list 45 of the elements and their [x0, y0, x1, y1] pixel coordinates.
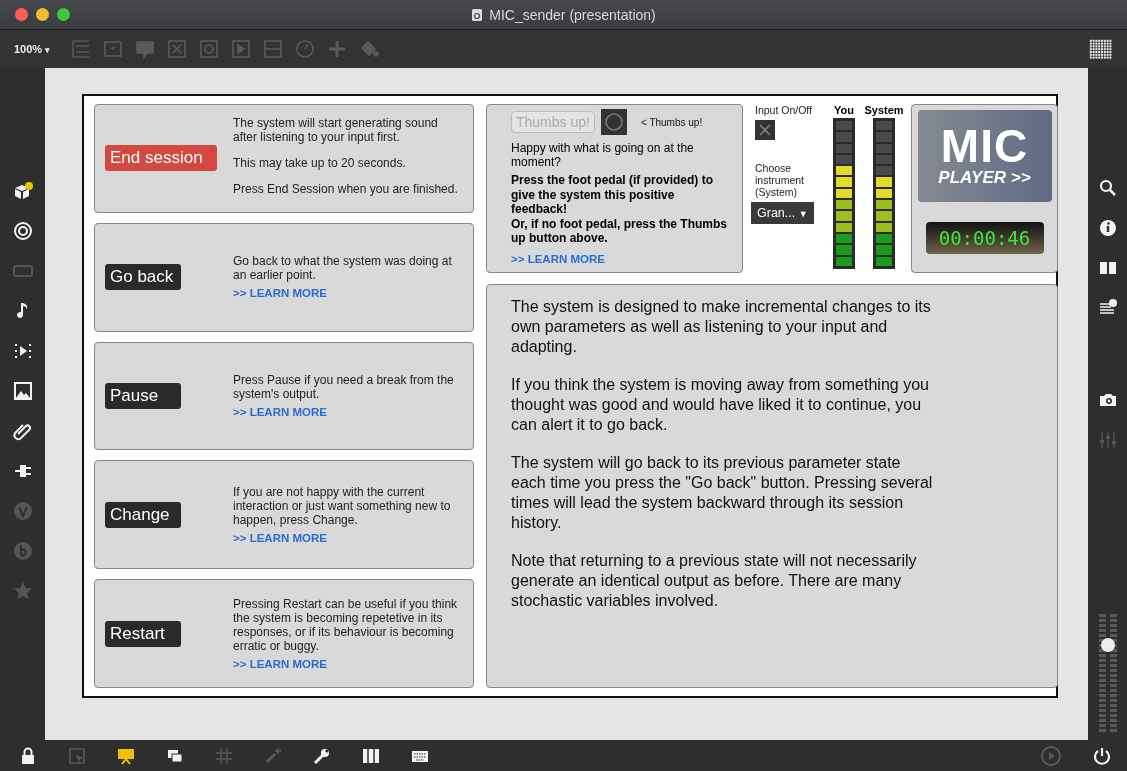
- action-button[interactable]: Pause: [105, 383, 181, 409]
- close-button[interactable]: [15, 8, 28, 21]
- action-button[interactable]: End session: [105, 145, 217, 172]
- action-button[interactable]: Go back: [105, 264, 181, 291]
- learn-more-link[interactable]: >> LEARN MORE: [233, 405, 327, 419]
- learn-more-link[interactable]: >> LEARN MORE: [233, 656, 327, 671]
- instruction-text: Press the foot pedal (if provided) to give the system this positive feedback! Or, if no foot pedal, press the Thumbs up button above.: [511, 173, 729, 246]
- zoom-dropdown[interactable]: 100% ▾: [14, 43, 51, 55]
- image-icon[interactable]: [11, 380, 34, 402]
- zoom-button[interactable]: [57, 8, 70, 21]
- question-text: Happy with what is going on at the moment?: [511, 141, 695, 169]
- logo-title: MIC: [940, 124, 1029, 168]
- help-text: Pressing Restart can be useful if you think the system is becoming repetetive in its responses, or if its behaviour is becoming erratic or buggy.: [233, 596, 459, 653]
- input-label: Input On/Off: [754, 104, 812, 116]
- instrument-label: Choose instrument (System): [754, 162, 806, 198]
- window-title: MIC_sender (presentation): [489, 6, 656, 23]
- learn-more-link[interactable]: >> LEARN MORE: [233, 530, 327, 545]
- help-text: The system will start generating sound after listening to your input first.: [233, 116, 439, 145]
- description-text: The system is designed to make incremental changes to its own parameters as well as listening to your input and adapting.: [511, 297, 932, 357]
- help-text: This may take up to 20 seconds.: [233, 156, 407, 171]
- thumbs-up-hint: < Thumbs up!: [640, 116, 703, 128]
- pedal-indicator-icon: [600, 109, 627, 135]
- search-icon[interactable]: [1097, 178, 1118, 198]
- target-icon[interactable]: [11, 220, 34, 242]
- help-text: Go back to what the system was doing at an earlier point.: [233, 254, 453, 283]
- description-text: Note that returning to a previous state will not necessarily generate an identical output as before. There are many stochastic variables involved.: [511, 551, 918, 611]
- document-icon: [471, 7, 484, 22]
- info-icon[interactable]: [1097, 218, 1118, 238]
- grid-icon[interactable]: [1089, 38, 1113, 60]
- action-button[interactable]: Change: [105, 501, 181, 528]
- help-text: If you are not happy with the current interaction or just want something new to happen, press Change.: [233, 484, 452, 527]
- help-text: Press Pause if you need a break from the system's output.: [233, 373, 455, 401]
- learn-more-link[interactable]: >> LEARN MORE: [233, 286, 327, 301]
- logo-subtitle: PLAYER >>: [938, 168, 1031, 188]
- meter-label: System: [864, 104, 904, 118]
- help-text: Press End Session when you are finished.: [233, 182, 459, 197]
- description-text: If you think the system is moving away from something you thought was good and would have liked it to continue, you can alert it to go back.: [511, 375, 930, 435]
- minimize-button[interactable]: [36, 8, 49, 21]
- meter-label: You: [834, 104, 854, 118]
- instrument-dropdown[interactable]: Gran... ▼: [751, 202, 814, 224]
- description-text: The system will go back to its previous parameter state each time you press the "Go back" button. Pressing several times will lead the system backward through its session history.: [511, 453, 934, 533]
- input-toggle[interactable]: [755, 120, 775, 140]
- learn-more-link[interactable]: >> LEARN MORE: [511, 252, 605, 265]
- action-button[interactable]: Restart: [105, 620, 181, 647]
- session-timer: 00:00:46: [925, 222, 1044, 254]
